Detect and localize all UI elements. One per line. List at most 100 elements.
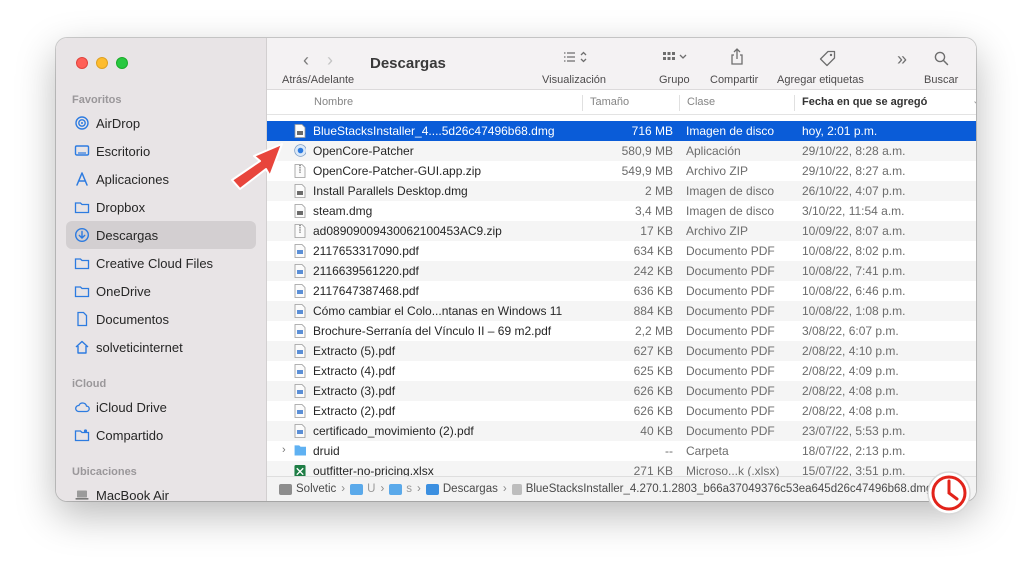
table-row[interactable]: Extracto (3).pdf 626 KB Documento PDF 2/08/… bbox=[267, 381, 976, 401]
file-kind: Documento PDF bbox=[686, 324, 775, 338]
sidebar-item-airdrop[interactable]: AirDrop bbox=[66, 109, 256, 137]
file-name: 2117647387468.pdf bbox=[313, 284, 419, 298]
home-icon bbox=[74, 339, 90, 355]
sidebar-item-label: MacBook Air bbox=[96, 487, 169, 502]
file-name: Brochure-Serranía del Vínculo II – 69 m2… bbox=[313, 324, 552, 338]
finder-window: Favoritos AirDrop Escritorio Aplicacione… bbox=[56, 38, 976, 501]
shared-folder-icon bbox=[74, 427, 90, 443]
file-name: Extracto (2).pdf bbox=[313, 404, 396, 418]
applications-icon bbox=[74, 171, 90, 187]
file-size: 2,2 MB bbox=[634, 324, 673, 338]
file-kind: Documento PDF bbox=[686, 384, 775, 398]
document-icon bbox=[74, 311, 90, 327]
table-row[interactable]: OpenCore-Patcher 580,9 MB Aplicación 29/10/… bbox=[267, 141, 976, 161]
path-chevron-icon: › bbox=[380, 483, 385, 495]
file-name: OpenCore-Patcher bbox=[313, 144, 414, 158]
sidebar-section-ubicaciones: Ubicaciones bbox=[72, 466, 137, 478]
file-date-added: 2/08/22, 4:09 p.m. bbox=[802, 364, 899, 378]
sidebar-item-creative-cloud-files[interactable]: Creative Cloud Files bbox=[66, 249, 256, 277]
sidebar-item-label: iCloud Drive bbox=[96, 399, 167, 415]
table-row[interactable]: 2116639561220.pdf 242 KB Documento PDF 10/0… bbox=[267, 261, 976, 281]
search-label: Buscar bbox=[924, 74, 959, 86]
table-row[interactable]: Extracto (2).pdf 626 KB Documento PDF 2/08/… bbox=[267, 401, 976, 421]
path-item[interactable]: Solvetic bbox=[279, 483, 336, 495]
table-row[interactable]: 2117647387468.pdf 636 KB Documento PDF 10/0… bbox=[267, 281, 976, 301]
path-item[interactable]: Descargas bbox=[425, 483, 498, 495]
minimize-button[interactable] bbox=[96, 57, 108, 69]
sidebar-item-documentos[interactable]: Documentos bbox=[66, 305, 256, 333]
share-icon[interactable] bbox=[729, 48, 745, 66]
file-date-added: 10/08/22, 7:41 p.m. bbox=[802, 264, 906, 278]
sidebar-item-onedrive[interactable]: OneDrive bbox=[66, 277, 256, 305]
table-row[interactable]: Cómo cambiar el Colo...ntanas en Windows… bbox=[267, 301, 976, 321]
file-date-added: 2/08/22, 4:08 p.m. bbox=[802, 384, 899, 398]
file-kind: Documento PDF bbox=[686, 264, 775, 278]
file-size: 884 KB bbox=[633, 304, 673, 318]
table-row[interactable]: ad08909009430062100453AC9.zip 17 KB Archiv… bbox=[267, 221, 976, 241]
sidebar-item-compartido[interactable]: Compartido bbox=[66, 421, 256, 449]
file-size: 636 KB bbox=[633, 284, 673, 298]
table-row[interactable]: Brochure-Serranía del Vínculo II – 69 m2… bbox=[267, 321, 976, 341]
file-date-added: 2/08/22, 4:10 p.m. bbox=[802, 344, 899, 358]
laptop-icon bbox=[74, 487, 90, 501]
sidebar-item-solveticinternet[interactable]: solveticinternet bbox=[66, 333, 256, 361]
column-kind[interactable]: Clase bbox=[687, 96, 715, 108]
table-row[interactable]: Extracto (4).pdf 625 KB Documento PDF 2/08/… bbox=[267, 361, 976, 381]
disk-icon bbox=[279, 483, 292, 495]
disk-image-icon bbox=[294, 184, 306, 198]
table-row[interactable]: steam.dmg 3,4 MB Imagen de disco 3/10/22, 1… bbox=[267, 201, 976, 221]
path-item[interactable]: BlueStacksInstaller_4.270.1.2803_b66a370… bbox=[511, 483, 932, 495]
column-date-added[interactable]: Fecha en que se agregó bbox=[802, 96, 927, 108]
list-view-icon[interactable] bbox=[563, 51, 589, 65]
close-button[interactable] bbox=[76, 57, 88, 69]
sidebar-item-label: OneDrive bbox=[96, 283, 151, 299]
zoom-button[interactable] bbox=[116, 57, 128, 69]
tags-label: Agregar etiquetas bbox=[777, 74, 864, 86]
table-row[interactable]: certificado_movimiento (2).pdf 40 KB Docum… bbox=[267, 421, 976, 441]
folder-icon bbox=[350, 483, 364, 495]
sidebar-item-descargas[interactable]: Descargas bbox=[66, 221, 256, 249]
sidebar-item-dropbox[interactable]: Dropbox bbox=[66, 193, 256, 221]
path-item[interactable]: U bbox=[350, 483, 375, 495]
folder-icon bbox=[74, 283, 90, 299]
forward-button[interactable]: › bbox=[327, 50, 333, 71]
column-separator bbox=[582, 95, 583, 111]
file-name: Extracto (4).pdf bbox=[313, 364, 396, 378]
column-separator bbox=[794, 95, 795, 111]
table-row[interactable]: BlueStacksInstaller_4....5d26c47496b68.d… bbox=[267, 121, 976, 141]
file-kind: Carpeta bbox=[686, 444, 729, 458]
sidebar-item-macbook-air[interactable]: MacBook Air bbox=[66, 481, 256, 501]
table-row[interactable]: Install Parallels Desktop.dmg 2 MB Imagen … bbox=[267, 181, 976, 201]
red-arrow-annotation bbox=[231, 143, 283, 190]
search-icon[interactable] bbox=[934, 51, 949, 66]
sidebar-item-label: AirDrop bbox=[96, 115, 141, 131]
folder-icon bbox=[74, 255, 90, 271]
disclosure-triangle-icon[interactable]: › bbox=[282, 444, 286, 456]
sidebar-item-icloud-drive[interactable]: iCloud Drive bbox=[66, 393, 256, 421]
table-row[interactable]: OpenCore-Patcher-GUI.app.zip 549,9 MB Arch… bbox=[267, 161, 976, 181]
folder-icon bbox=[294, 444, 306, 458]
back-button[interactable]: ‹ bbox=[303, 50, 309, 71]
column-name[interactable]: Nombre bbox=[314, 96, 353, 108]
file-date-added: 10/09/22, 8:07 a.m. bbox=[802, 224, 906, 238]
file-date-added: 29/10/22, 8:28 a.m. bbox=[802, 144, 906, 158]
file-kind: Documento PDF bbox=[686, 404, 775, 418]
cloud-icon bbox=[74, 399, 90, 415]
tag-icon[interactable] bbox=[819, 50, 836, 67]
sidebar-item-label: Escritorio bbox=[96, 143, 151, 159]
more-icon[interactable]: » bbox=[897, 49, 907, 70]
column-size[interactable]: Tamaño bbox=[590, 96, 629, 108]
table-row[interactable]: 2117653317090.pdf 634 KB Documento PDF 10/0… bbox=[267, 241, 976, 261]
group-icon[interactable] bbox=[662, 51, 692, 65]
sidebar: Favoritos AirDrop Escritorio Aplicacione… bbox=[56, 38, 267, 501]
table-row[interactable]: Extracto (5).pdf 627 KB Documento PDF 2/08/… bbox=[267, 341, 976, 361]
table-row[interactable]: › druid -- Carpeta 18/07/22, 2:13 p.m. bbox=[267, 441, 976, 461]
file-size: 580,9 MB bbox=[621, 144, 673, 158]
sidebar-item-label: solveticinternet bbox=[96, 339, 183, 355]
path-item[interactable]: s bbox=[389, 483, 412, 495]
desktop-icon bbox=[74, 143, 90, 159]
file-size: -- bbox=[665, 444, 673, 458]
path-chevron-icon: › bbox=[502, 483, 507, 495]
app-icon bbox=[294, 144, 306, 158]
file-date-added: 10/08/22, 1:08 p.m. bbox=[802, 304, 906, 318]
